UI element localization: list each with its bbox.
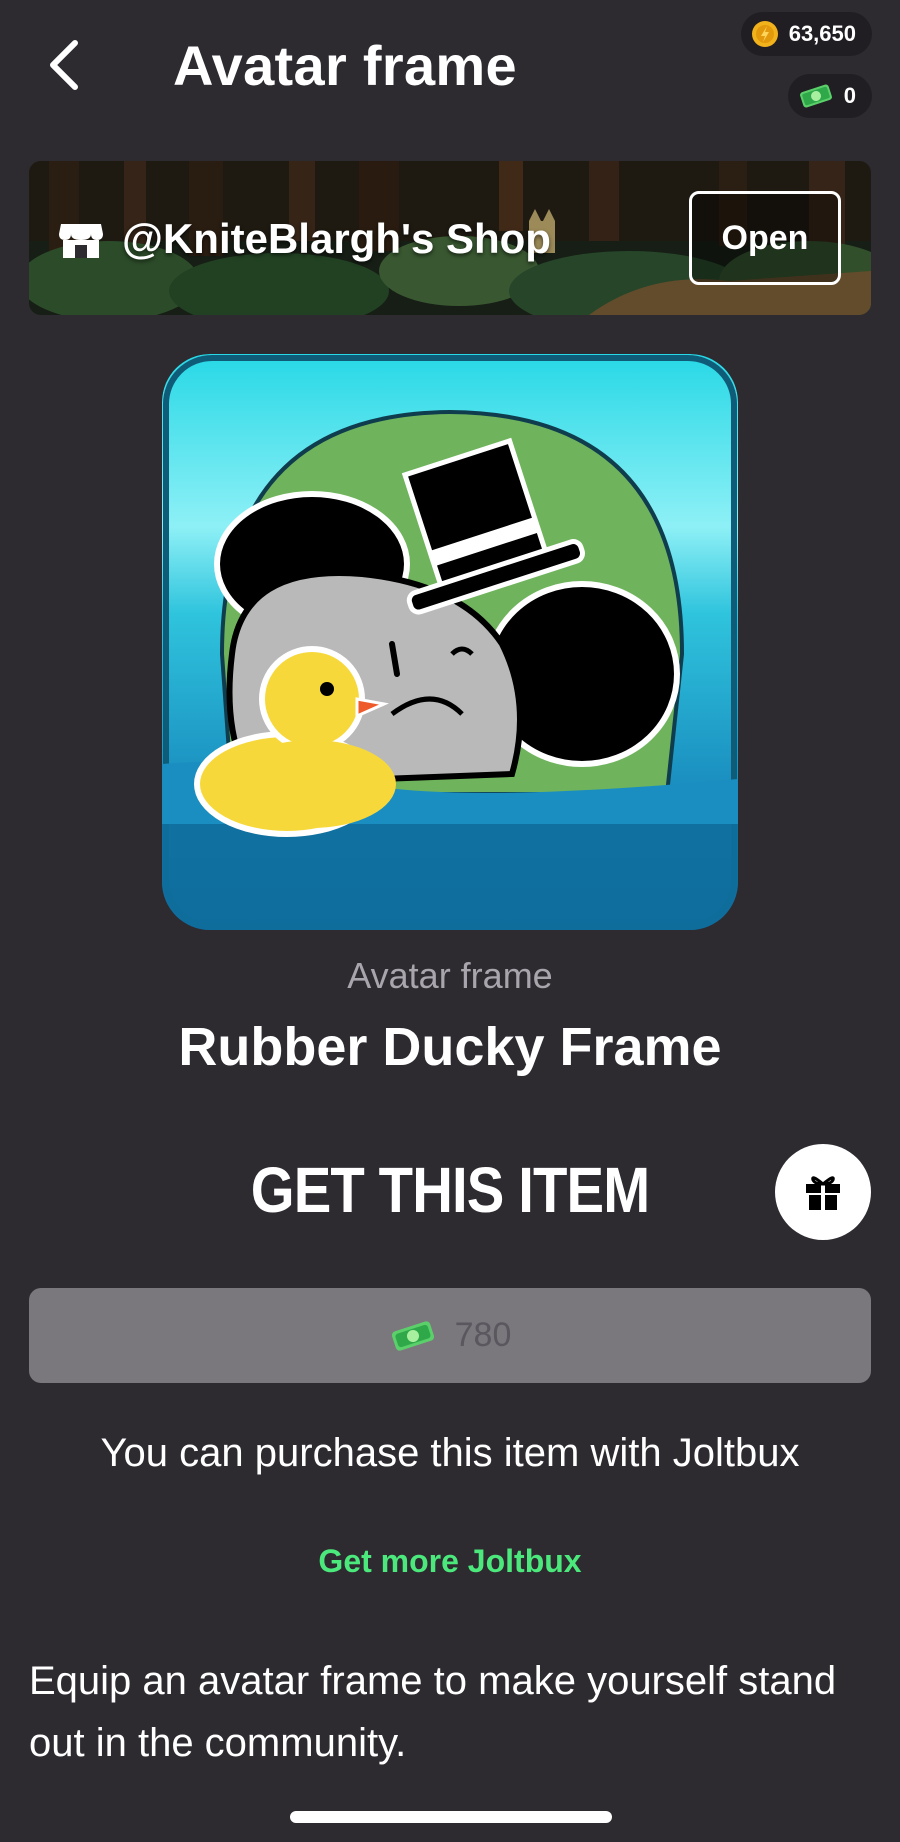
coin-balance[interactable]: 63,650 [740, 12, 872, 56]
gift-icon [806, 1176, 840, 1210]
coin-count: 63,650 [788, 21, 856, 46]
purchase-note: You can purchase this item with Joltbux [100, 1431, 800, 1475]
shop-name: @KniteBlargh's Shop [122, 215, 551, 262]
item-name: Rubber Ducky Frame [178, 1017, 722, 1077]
item-description: Equip an avatar frame to make yourself s… [29, 1659, 837, 1765]
page-title: Avatar frame [173, 34, 517, 97]
shop-icon [58, 220, 104, 260]
joltbux-balance[interactable]: 0 [787, 74, 872, 118]
get-more-joltbux-link[interactable]: Get more Joltbux [0, 1540, 900, 1582]
coin-icon [751, 21, 778, 47]
joltbux-icon [391, 1320, 434, 1351]
buy-with-joltbux-button[interactable]: 780 [29, 1288, 871, 1383]
frame-preview-image [162, 354, 738, 930]
get-item-heading: GET THIS ITEM [250, 1154, 650, 1226]
open-shop-button[interactable]: Open [689, 191, 841, 285]
gift-button[interactable] [775, 1144, 871, 1240]
joltbux-count: 0 [843, 83, 856, 108]
chevron-left-icon [50, 40, 78, 90]
home-indicator[interactable] [290, 1811, 612, 1823]
price-value: 780 [454, 1316, 512, 1354]
back-button[interactable] [28, 30, 98, 100]
item-category: Avatar frame [347, 955, 553, 996]
joltbux-icon [799, 84, 832, 108]
